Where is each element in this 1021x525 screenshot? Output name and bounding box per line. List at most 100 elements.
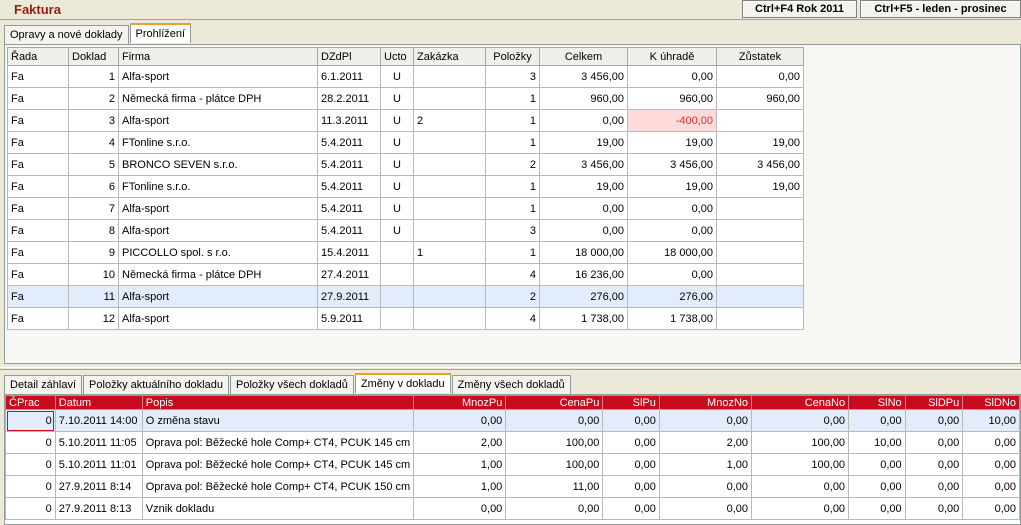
column-header[interactable]: Ucto xyxy=(380,47,414,66)
table-cell xyxy=(380,263,414,286)
tab-detail-zahlavi[interactable]: Detail záhlaví xyxy=(4,375,83,394)
column-header[interactable]: Řada xyxy=(7,47,69,66)
table-row[interactable]: 0 5.10.2011 11:05 Oprava pol: Běžecké hole… xyxy=(5,431,1020,454)
column-header[interactable]: CenaPu xyxy=(505,395,604,410)
column-header[interactable]: SlDNo xyxy=(962,395,1020,410)
table-cell: 28.2.2011 xyxy=(317,87,381,110)
table-cell: 0,00 xyxy=(962,453,1020,476)
table-cell: Alfa-sport xyxy=(118,197,318,220)
tab-zmeny-v-dokladu[interactable]: Změny v dokladu xyxy=(354,373,451,393)
column-header[interactable]: SlPu xyxy=(602,395,660,410)
table-cell: 8 xyxy=(68,219,119,242)
column-header[interactable]: MnozPu xyxy=(413,395,507,410)
tab-polozky-aktualniho[interactable]: Položky aktuálního dokladu xyxy=(83,375,229,394)
table-cell: 0,00 xyxy=(904,475,964,498)
table-cell: 0,00 xyxy=(751,497,850,520)
table-cell: FTonline s.r.o. xyxy=(118,131,318,154)
column-header[interactable]: Zakázka xyxy=(413,47,486,66)
app-title: Faktura xyxy=(14,2,61,17)
tab-prohlizeni[interactable]: Prohlížení xyxy=(129,23,192,43)
table-cell: 3 xyxy=(485,219,540,242)
table-cell: U xyxy=(380,219,414,242)
column-header[interactable]: Položky xyxy=(485,47,540,66)
table-cell xyxy=(413,197,486,220)
table-cell: 100,00 xyxy=(751,431,850,454)
table-cell: 1 738,00 xyxy=(627,307,717,330)
table-cell: 7.10.2011 14:00 xyxy=(54,409,143,432)
table-cell: 1,00 xyxy=(413,453,507,476)
column-header[interactable]: Doklad xyxy=(68,47,119,66)
table-cell: 0,00 xyxy=(716,65,804,88)
column-header[interactable]: ČPrac xyxy=(5,395,56,410)
table-cell: 3 456,00 xyxy=(539,65,628,88)
table-row[interactable]: Fa 6 FTonline s.r.o. 5.4.2011 U 1 19,00 19,00 19… xyxy=(7,175,804,198)
tab-opravy[interactable]: Opravy a nové doklady xyxy=(4,25,129,44)
column-header[interactable]: SlNo xyxy=(848,395,906,410)
table-cell: 0,00 xyxy=(627,219,717,242)
table-row[interactable]: 0 7.10.2011 14:00 O změna stavu 0,00 0,00 0,0… xyxy=(5,409,1020,432)
table-cell: Fa xyxy=(7,241,69,264)
column-header[interactable]: CenaNo xyxy=(751,395,850,410)
table-cell: Fa xyxy=(7,263,69,286)
table-row[interactable]: Fa 12 Alfa-sport 5.9.2011 4 1 738,00 1 738,00 xyxy=(7,307,804,330)
table-cell: 19,00 xyxy=(716,175,804,198)
table-row[interactable]: Fa 5 BRONCO SEVEN s.r.o. 5.4.2011 U 2 3 456,00… xyxy=(7,153,804,176)
table-cell: 11.3.2011 xyxy=(317,109,381,132)
period-button[interactable]: Ctrl+F5 - leden - prosinec xyxy=(860,0,1021,18)
table-cell: 0,00 xyxy=(505,409,604,432)
table-cell: U xyxy=(380,197,414,220)
tab-polozky-vsech[interactable]: Položky všech dokladů xyxy=(229,375,354,394)
table-cell xyxy=(716,109,804,132)
table-cell: 1 xyxy=(485,241,540,264)
table-cell: 19,00 xyxy=(539,175,628,198)
table-cell: Alfa-sport xyxy=(118,307,318,330)
table-row[interactable]: Fa 7 Alfa-sport 5.4.2011 U 1 0,00 0,00 xyxy=(7,197,804,220)
table-cell: 6 xyxy=(68,175,119,198)
table-row[interactable]: Fa 10 Německá firma - plátce DPH 27.4.2011 4… xyxy=(7,263,804,286)
table-cell: 4 xyxy=(485,263,540,286)
table-cell xyxy=(716,307,804,330)
table-cell xyxy=(716,197,804,220)
table-cell: 5.4.2011 xyxy=(317,175,381,198)
table-cell: Německá firma - plátce DPH xyxy=(118,87,318,110)
table-row[interactable]: Fa 3 Alfa-sport 11.3.2011 U 2 1 0,00 -400,00 xyxy=(7,109,804,132)
column-header[interactable]: Firma xyxy=(118,47,318,66)
table-cell: 3 456,00 xyxy=(627,153,717,176)
panel-splitter[interactable] xyxy=(0,367,1021,370)
column-header[interactable]: MnozNo xyxy=(658,395,753,410)
table-cell xyxy=(413,219,486,242)
table-cell: 0,00 xyxy=(848,475,906,498)
table-row[interactable]: 0 27.9.2011 8:14 Oprava pol: Běžecké hole … xyxy=(5,475,1020,498)
column-header[interactable]: Celkem xyxy=(539,47,628,66)
table-cell: 0 xyxy=(5,431,56,454)
table-row[interactable]: Fa 4 FTonline s.r.o. 5.4.2011 U 1 19,00 19,00 19… xyxy=(7,131,804,154)
table-row[interactable]: Fa 1 Alfa-sport 6.1.2011 U 3 3 456,00 0,00 0,00 xyxy=(7,65,804,88)
table-cell: 5.10.2011 11:01 xyxy=(54,453,143,476)
table-cell: 0,00 xyxy=(602,453,660,476)
table-cell: Fa xyxy=(7,109,69,132)
table-cell: 0,00 xyxy=(751,475,850,498)
column-header[interactable]: Zůstatek xyxy=(716,47,804,66)
table-cell: 18 000,00 xyxy=(627,241,717,264)
table-cell: 0,00 xyxy=(848,497,906,520)
table-cell: Oprava pol: Běžecké hole Comp+ CT4, PCUK… xyxy=(141,453,415,476)
table-cell: Fa xyxy=(7,219,69,242)
table-row[interactable]: 0 5.10.2011 11:01 Oprava pol: Běžecké hole… xyxy=(5,453,1020,476)
year-button[interactable]: Ctrl+F4 Rok 2011 xyxy=(742,0,857,18)
table-cell: 1 xyxy=(485,131,540,154)
table-cell: 0,00 xyxy=(602,497,660,520)
column-header[interactable]: K úhradě xyxy=(627,47,717,66)
table-row[interactable]: 0 27.9.2011 8:13 Vznik dokladu 0,00 0,00 0,00… xyxy=(5,497,1020,520)
table-row[interactable]: Fa 8 Alfa-sport 5.4.2011 U 3 0,00 0,00 xyxy=(7,219,804,242)
table-row[interactable]: Fa 2 Německá firma - plátce DPH 28.2.2011 U 1… xyxy=(7,87,804,110)
table-row[interactable]: Fa 9 PICCOLLO spol. s r.o. 15.4.2011 1 1 18 00… xyxy=(7,241,804,264)
column-header[interactable]: SlDPu xyxy=(904,395,964,410)
tab-zmeny-vsech[interactable]: Změny všech dokladů xyxy=(451,375,571,394)
table-row[interactable]: Fa 11 Alfa-sport 27.9.2011 2 276,00 276,00 xyxy=(7,285,804,308)
table-cell: 0 xyxy=(5,475,56,498)
column-header[interactable]: Popis xyxy=(141,395,415,410)
table-cell: PICCOLLO spol. s r.o. xyxy=(118,241,318,264)
column-header[interactable]: Datum xyxy=(54,395,143,410)
column-header[interactable]: DZdPl xyxy=(317,47,381,66)
table-cell: Fa xyxy=(7,153,69,176)
